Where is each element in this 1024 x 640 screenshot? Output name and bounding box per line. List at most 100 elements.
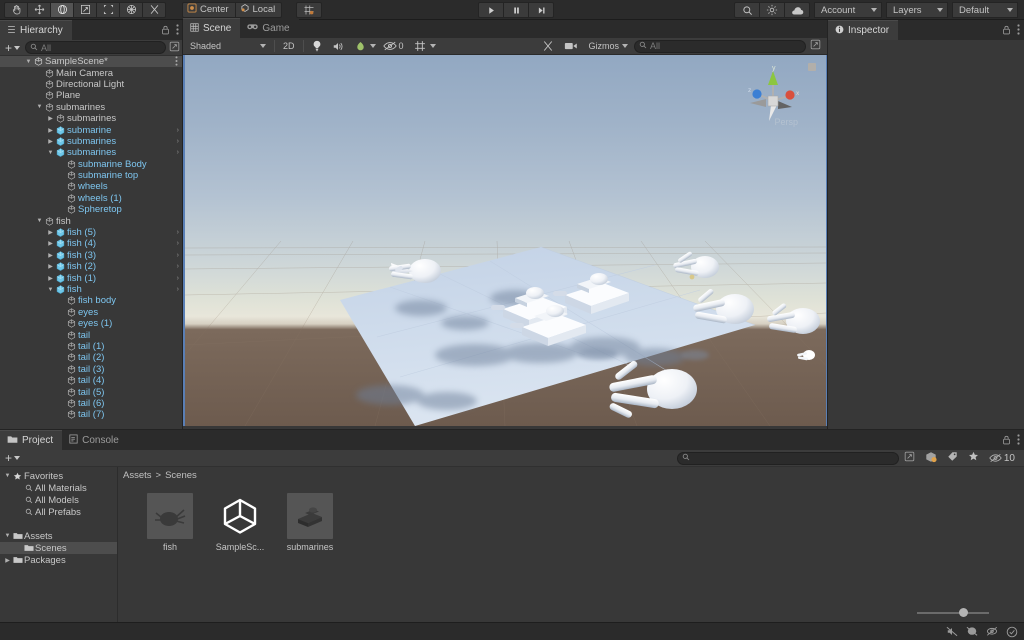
hierarchy-search-save-icon[interactable] [169,41,180,55]
pivot-mode-button[interactable]: Center [182,1,236,18]
account-dropdown[interactable]: Account [814,2,882,18]
tree-row[interactable]: wheels (1) [0,193,183,204]
tree-row[interactable]: All Models [0,494,117,506]
prefab-open-chevron-icon[interactable]: › [177,286,179,293]
tree-row[interactable]: tail (7) [0,409,183,420]
tree-row[interactable]: ▼ submarines › [0,147,183,158]
tree-row[interactable]: Main Camera [0,67,183,79]
tree-row[interactable]: tail (3) [0,364,183,375]
pause-button[interactable] [503,2,529,18]
move-tool-button[interactable] [27,1,51,18]
scene-audio-toggle[interactable] [328,39,348,53]
cloud-icon-button[interactable] [784,2,810,18]
tab-hierarchy[interactable]: Hierarchy [0,20,72,40]
prefab-open-chevron-icon[interactable]: › [177,240,179,247]
chevron-right-icon[interactable]: ▶ [46,229,55,236]
chevron-right-icon[interactable]: ▶ [46,127,55,134]
tab-inspector[interactable]: Inspector [828,20,899,40]
tree-row[interactable]: Spheretop [0,204,183,215]
toggle-2d-button[interactable]: 2D [279,39,299,53]
play-button[interactable] [478,2,504,18]
tree-row[interactable]: ▼ submarines [0,102,183,113]
scene-hidden-objects-toggle[interactable]: 0 [379,39,408,53]
prefab-open-chevron-icon[interactable]: › [177,229,179,236]
asset-item-submarines[interactable]: submarines [280,493,340,552]
shading-mode-dropdown[interactable]: Shaded [186,39,270,53]
tree-row[interactable]: ▶ fish (2) › [0,261,183,272]
chevron-right-icon[interactable]: ▶ [46,240,55,247]
prefab-open-chevron-icon[interactable]: › [177,149,179,156]
scene-search-save-icon[interactable] [810,39,821,53]
tree-row[interactable]: tail [0,329,183,341]
tab-scene[interactable]: Scene [183,18,241,38]
tree-row[interactable]: tail (1) [0,341,183,352]
project-search-input[interactable] [676,451,899,465]
tree-row[interactable]: fish body [0,295,183,306]
asset-zoom-slider[interactable] [917,607,989,619]
project-content-area[interactable]: Assets > Scenes fish SampleSc... submari… [118,467,1024,625]
hand-tool-button[interactable] [4,1,28,18]
tree-row[interactable]: tail (6) [0,398,183,409]
lock-icon[interactable] [1002,435,1011,448]
kebab-icon[interactable] [176,24,179,38]
scene-gizmos-dropdown[interactable]: Gizmos [584,39,632,53]
tree-row[interactable]: wheels [0,181,183,192]
scene-viewport[interactable]: y z x Persp [183,55,828,426]
tree-row[interactable]: eyes [0,307,183,318]
handle-space-button[interactable]: Local [234,1,283,18]
lock-icon[interactable] [161,25,170,38]
favorites-filter-icon[interactable] [968,451,979,465]
chevron-right-icon[interactable]: ▶ [46,138,55,145]
tree-row[interactable]: ▶ submarine › [0,124,183,136]
label-filter-icon[interactable] [947,451,958,465]
tree-row[interactable]: Scenes [0,542,117,554]
grid-snapping-button[interactable] [296,1,323,18]
projection-label[interactable]: Persp [774,117,798,127]
scene-fx-dropdown[interactable] [350,39,377,53]
breadcrumb-item-scenes[interactable]: Scenes [165,470,197,481]
package-filter-icon[interactable] [925,451,937,466]
custom-editor-tool-button[interactable] [142,1,166,18]
project-add-button[interactable]: + [3,451,22,465]
prefab-open-chevron-icon[interactable]: › [177,263,179,270]
tree-row[interactable]: eyes (1) [0,318,183,329]
hidden-assets-count[interactable]: 10 [989,453,1015,464]
tree-row[interactable]: tail (2) [0,352,183,363]
tree-row[interactable]: submarine top [0,170,183,181]
chevron-down-icon[interactable]: ▼ [35,218,44,224]
tree-row[interactable]: ▶ submarines [0,113,183,124]
chevron-down-icon[interactable]: ▼ [46,287,55,293]
gizmo-lock-icon[interactable] [808,63,816,71]
chevron-down-icon[interactable]: ▼ [24,59,33,65]
chevron-right-icon[interactable]: ▶ [46,275,55,282]
breadcrumb-item-assets[interactable]: Assets [123,470,152,481]
prefab-open-chevron-icon[interactable]: › [177,275,179,282]
tab-game[interactable]: Game [240,18,299,38]
tree-row[interactable]: ▼ SampleScene* [0,56,183,68]
zoom-knob[interactable] [959,608,968,617]
rect-tool-button[interactable] [96,1,120,18]
tab-console[interactable]: Console [62,430,128,450]
prefab-open-chevron-icon[interactable]: › [177,127,179,134]
chevron-right-icon[interactable]: ▶ [46,115,55,122]
row-kebab-icon[interactable] [175,56,178,67]
mute-audio-icon[interactable] [946,626,958,637]
lock-icon[interactable] [1002,25,1011,38]
tree-row[interactable]: Plane [0,90,183,101]
chevron-right-icon[interactable]: ▶ [46,252,55,259]
kebab-icon[interactable] [1017,24,1020,38]
chevron-down-icon[interactable]: ▼ [3,473,12,479]
asset-item-samplescene[interactable]: SampleSc... [210,493,270,552]
chevron-right-icon[interactable]: ▶ [3,557,12,564]
tree-row[interactable]: All Prefabs [0,506,117,518]
tree-row[interactable]: ▼ fish › [0,284,183,295]
tree-row[interactable]: ▼ Assets [0,530,117,542]
tab-project[interactable]: Project [0,430,63,450]
prefab-open-chevron-icon[interactable]: › [177,138,179,145]
tree-row[interactable]: ▶ submarines › [0,136,183,147]
rotate-tool-button[interactable] [50,1,74,18]
kebab-icon[interactable] [1017,434,1020,448]
tree-row[interactable]: ▶ Packages [0,554,117,566]
hierarchy-search-input[interactable]: All [25,41,166,54]
check-circle-icon[interactable] [1006,626,1018,638]
